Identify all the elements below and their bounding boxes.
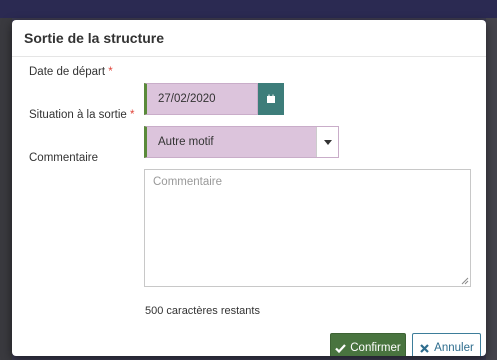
comment-label: Commentaire	[29, 152, 99, 164]
exit-situation-select[interactable]: Autre motif	[144, 126, 339, 158]
calendar-button[interactable]	[258, 83, 284, 115]
comment-textarea[interactable]	[144, 169, 471, 287]
backdrop-right-edge	[486, 18, 497, 360]
confirm-button-label: Confirmer	[350, 342, 401, 354]
check-icon	[335, 343, 347, 353]
exit-structure-dialog: Sortie de la structure Date de départ * …	[12, 20, 486, 356]
dialog-header: Sortie de la structure	[12, 20, 486, 57]
dropdown-toggle[interactable]	[316, 127, 338, 157]
departure-date-label: Date de départ *	[29, 66, 113, 78]
backdrop-top-bar	[0, 0, 497, 18]
cancel-button-label: Annuler	[434, 342, 474, 354]
backdrop-left-edge	[0, 18, 12, 360]
dialog-body: Date de départ * Situation à la sortie *…	[12, 57, 486, 356]
exit-situation-label-text: Situation à la sortie	[29, 109, 127, 121]
calendar-icon	[267, 94, 275, 103]
confirm-button[interactable]: Confirmer	[330, 333, 406, 356]
cancel-button[interactable]: Annuler	[412, 333, 481, 356]
required-mark: *	[108, 66, 113, 78]
departure-date-group	[144, 83, 284, 115]
exit-situation-label: Situation à la sortie *	[29, 109, 135, 121]
resize-grip-icon[interactable]	[461, 277, 469, 285]
required-mark: *	[130, 109, 135, 121]
departure-date-label-text: Date de départ	[29, 66, 106, 78]
characters-remaining: 500 caractères restants	[145, 305, 260, 317]
chevron-down-icon	[323, 139, 332, 145]
close-icon	[420, 343, 429, 353]
dialog-title: Sortie de la structure	[24, 30, 165, 46]
departure-date-input[interactable]	[144, 83, 258, 115]
exit-situation-value: Autre motif	[158, 136, 214, 148]
